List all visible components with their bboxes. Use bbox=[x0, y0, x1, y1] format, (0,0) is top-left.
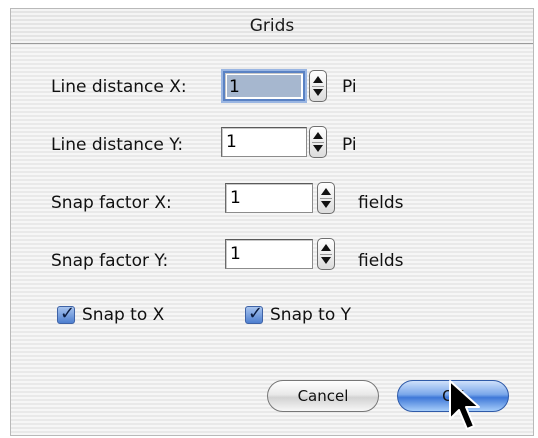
snap-to-y-checkbox-row[interactable]: ✓ Snap to Y bbox=[245, 303, 351, 325]
stepper-down-icon[interactable] bbox=[321, 201, 331, 208]
cancel-button[interactable]: Cancel bbox=[267, 380, 379, 412]
dialog-title: Grids bbox=[249, 16, 295, 36]
snap-factor-x-unit: fields bbox=[358, 193, 404, 213]
line-distance-x-input[interactable]: 1 bbox=[221, 69, 307, 103]
snap-factor-y-stepper[interactable] bbox=[317, 238, 335, 270]
snap-to-y-checkbox[interactable]: ✓ bbox=[245, 303, 264, 324]
stepper-up-icon[interactable] bbox=[321, 244, 331, 251]
stepper-divider bbox=[312, 86, 324, 87]
line-distance-y-label: Line distance Y: bbox=[51, 135, 184, 155]
stepper-divider bbox=[320, 254, 332, 255]
stepper-up-icon[interactable] bbox=[313, 76, 323, 83]
line-distance-x-unit: Pi bbox=[342, 77, 357, 97]
snap-factor-x-label: Snap factor X: bbox=[51, 193, 172, 213]
checkmark-icon: ✓ bbox=[248, 303, 264, 324]
line-distance-y-stepper[interactable] bbox=[309, 126, 327, 158]
stepper-down-icon[interactable] bbox=[313, 145, 323, 152]
stepper-down-icon[interactable] bbox=[321, 257, 331, 264]
stepper-up-icon[interactable] bbox=[313, 132, 323, 139]
dialog-titlebar[interactable]: Grids bbox=[11, 9, 533, 44]
snap-factor-x-input[interactable]: 1 bbox=[225, 183, 313, 213]
line-distance-x-label: Line distance X: bbox=[51, 77, 187, 97]
stepper-down-icon[interactable] bbox=[313, 89, 323, 96]
snap-factor-x-stepper[interactable] bbox=[317, 182, 335, 214]
arrow-pointer-icon bbox=[449, 380, 480, 430]
snap-factor-y-label: Snap factor Y: bbox=[51, 251, 169, 271]
snap-factor-x-value: 1 bbox=[230, 188, 241, 208]
snap-to-x-checkbox-row[interactable]: ✓ Snap to X bbox=[57, 303, 164, 325]
snap-to-x-label[interactable]: Snap to X bbox=[82, 305, 164, 325]
snap-factor-y-value: 1 bbox=[230, 244, 241, 264]
stepper-divider bbox=[312, 142, 324, 143]
stepper-divider bbox=[320, 198, 332, 199]
snap-to-x-checkbox[interactable]: ✓ bbox=[57, 303, 76, 324]
checkmark-icon: ✓ bbox=[60, 303, 76, 324]
line-distance-y-input[interactable]: 1 bbox=[221, 127, 307, 157]
line-distance-y-unit: Pi bbox=[342, 135, 357, 155]
line-distance-x-stepper[interactable] bbox=[309, 70, 327, 102]
stepper-up-icon[interactable] bbox=[321, 188, 331, 195]
grids-dialog: Grids Line distance X: 1 Pi Line distanc… bbox=[10, 8, 534, 436]
line-distance-x-value: 1 bbox=[229, 77, 240, 97]
snap-factor-y-input[interactable]: 1 bbox=[225, 239, 313, 269]
snap-to-y-label[interactable]: Snap to Y bbox=[270, 305, 351, 325]
line-distance-y-value: 1 bbox=[226, 132, 237, 152]
snap-factor-y-unit: fields bbox=[358, 251, 404, 271]
